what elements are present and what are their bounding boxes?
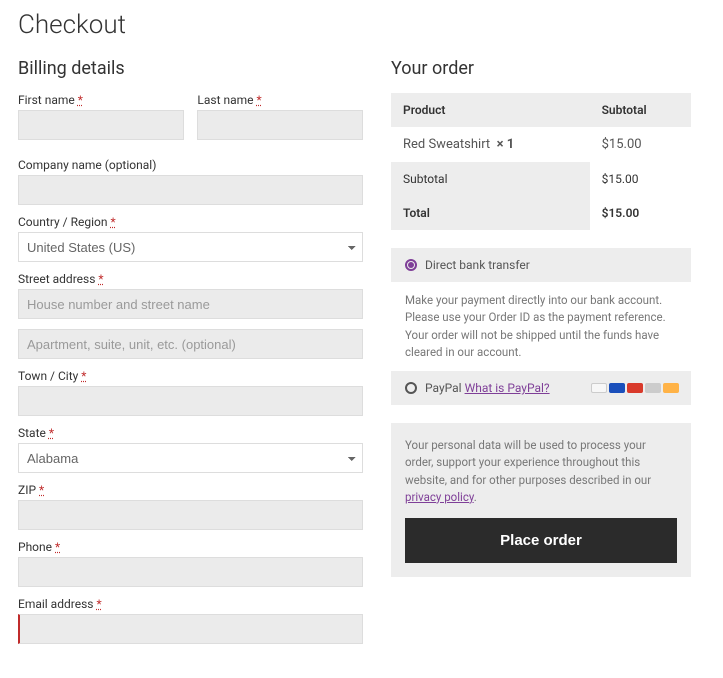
payment-bank-row[interactable]: Direct bank transfer [391, 248, 691, 282]
col-subtotal: Subtotal [590, 93, 691, 127]
billing-heading: Billing details [18, 58, 363, 79]
billing-details: Billing details First name * Last name *… [18, 58, 363, 654]
privacy-text: Your personal data will be used to proce… [405, 438, 651, 487]
total-label: Total [391, 196, 590, 230]
phone-input[interactable] [18, 557, 363, 587]
page-title: Checkout [18, 10, 705, 40]
total-value: $15.00 [590, 196, 691, 230]
paypal-icon [591, 383, 607, 393]
street-label: Street address * [18, 272, 363, 286]
radio-unselected-icon [405, 382, 417, 394]
total-row: Total $15.00 [391, 196, 691, 230]
first-name-label: First name * [18, 93, 184, 107]
town-label: Town / City * [18, 369, 363, 383]
zip-label: ZIP * [18, 483, 363, 497]
street-input-2[interactable] [18, 329, 363, 359]
payment-methods: Direct bank transfer Make your payment d… [391, 248, 691, 405]
payment-bank-description: Make your payment directly into our bank… [391, 282, 691, 371]
zip-input[interactable] [18, 500, 363, 530]
phone-label: Phone * [18, 540, 363, 554]
privacy-policy-link[interactable]: privacy policy [405, 490, 474, 504]
payment-paypal-row[interactable]: PayPal What is PayPal? [391, 371, 691, 405]
email-input[interactable] [18, 614, 363, 644]
place-order-button[interactable]: Place order [405, 518, 677, 563]
order-heading: Your order [391, 58, 691, 79]
discover-icon [663, 383, 679, 393]
last-name-input[interactable] [197, 110, 363, 140]
subtotal-row: Subtotal $15.00 [391, 162, 691, 196]
state-select[interactable]: Alabama [18, 443, 363, 473]
street-input-1[interactable] [18, 289, 363, 319]
table-row: Red Sweatshirt × 1 $15.00 [391, 127, 691, 162]
mastercard-icon [627, 383, 643, 393]
payment-paypal-label: PayPal [425, 381, 462, 395]
last-name-label: Last name * [197, 93, 363, 107]
country-label: Country / Region * [18, 215, 363, 229]
card-icons [591, 383, 679, 393]
amex-icon [645, 383, 661, 393]
town-input[interactable] [18, 386, 363, 416]
order-summary: Your order Product Subtotal Red Sweatshi… [391, 58, 691, 577]
subtotal-value: $15.00 [590, 162, 691, 196]
state-label: State * [18, 426, 363, 440]
table-header: Product Subtotal [391, 93, 691, 127]
item-price: $15.00 [590, 127, 691, 162]
col-product: Product [391, 93, 590, 127]
order-table: Product Subtotal Red Sweatshirt × 1 $15.… [391, 93, 691, 230]
country-select[interactable]: United States (US) [18, 232, 363, 262]
privacy-box: Your personal data will be used to proce… [391, 423, 691, 577]
subtotal-label: Subtotal [391, 162, 590, 196]
email-label: Email address * [18, 597, 363, 611]
payment-bank-label: Direct bank transfer [425, 258, 530, 272]
paypal-help-link[interactable]: What is PayPal? [465, 381, 550, 395]
radio-selected-icon [405, 259, 417, 271]
company-label: Company name (optional) [18, 158, 363, 172]
company-input[interactable] [18, 175, 363, 205]
item-cell: Red Sweatshirt × 1 [391, 127, 590, 162]
first-name-input[interactable] [18, 110, 184, 140]
visa-icon [609, 383, 625, 393]
